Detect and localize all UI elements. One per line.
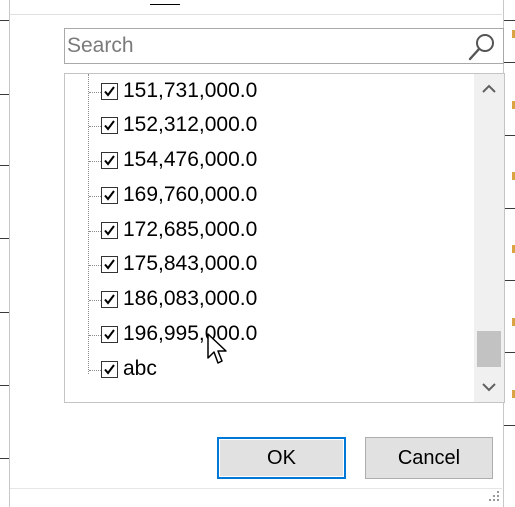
filter-dropdown-panel: 151,731,000.0 152,312,000.0 154,476,000.… [10,0,505,507]
checkbox[interactable] [101,117,118,134]
tree-branch [89,335,101,336]
grid-line [0,94,9,95]
search-icon[interactable] [467,32,497,62]
list-item[interactable]: 152,312,000.0 [89,111,449,141]
checkbox[interactable] [101,291,118,308]
checkmark-icon [104,364,115,375]
tree-branch [89,231,101,232]
search-box[interactable] [64,28,504,64]
checkbox[interactable] [101,361,118,378]
tree-branch [89,196,101,197]
list-item-label: 186,083,000.0 [123,287,258,310]
scroll-thumb[interactable] [477,331,501,367]
checkmark-icon [104,225,115,236]
grid-line [0,165,9,166]
tree-branch [89,92,101,93]
list-item[interactable]: 175,843,000.0 [89,250,449,280]
list-item[interactable]: 151,731,000.0 [89,77,449,107]
checkbox[interactable] [101,187,118,204]
chevron-up-icon[interactable] [474,74,504,104]
list-item-label: 175,843,000.0 [123,252,258,275]
grid-line [504,135,515,136]
sort-option-remnant [150,0,180,5]
checkbox[interactable] [101,256,118,273]
cancel-button[interactable]: Cancel [365,437,493,479]
checkmark-icon [104,329,115,340]
list-item[interactable]: 186,083,000.0 [89,285,449,315]
divider [10,14,502,15]
grid-line [504,352,515,353]
checkbox[interactable] [101,152,118,169]
checkbox[interactable] [101,326,118,343]
checkmark-icon [104,190,115,201]
grid-line [0,385,9,386]
tree-branch [89,265,101,266]
chevron-down-icon[interactable] [474,372,504,402]
tree-branch [89,370,101,371]
grid-line [0,312,9,313]
list-item[interactable]: 196,995,000.0 [89,320,449,350]
ok-button[interactable]: OK [217,437,346,479]
tree-branch [89,300,101,301]
mouse-pointer-icon [207,333,227,364]
list-item[interactable]: 172,685,000.0 [89,216,449,246]
grid-line [0,238,9,239]
tree-branch [89,161,101,162]
grid-line [504,208,515,209]
tree-branch [89,126,101,127]
checkbox[interactable] [101,83,118,100]
sheet-left-edge [0,0,10,507]
list-item-label: 154,476,000.0 [123,148,258,171]
list-item-label: 196,995,000.0 [123,322,258,345]
grid-line [0,20,9,21]
list-item[interactable]: 169,760,000.0 [89,181,449,211]
list-item[interactable]: 154,476,000.0 [89,146,449,176]
list-item-label: 169,760,000.0 [123,183,258,206]
list-item-label: abc [123,357,157,380]
checkmark-icon [104,155,115,166]
list-item-label: 151,731,000.0 [123,79,258,102]
list-item[interactable]: abc [89,355,449,385]
grid-line [504,62,515,63]
resize-grip-icon[interactable] [488,490,500,502]
grid-line [504,280,515,281]
checkbox[interactable] [101,222,118,239]
checkmark-icon [104,86,115,97]
vertical-scrollbar[interactable] [474,74,504,402]
checkmark-icon [104,259,115,270]
grid-line [504,20,515,21]
list-item-label: 152,312,000.0 [123,113,258,136]
search-input[interactable] [67,31,447,61]
list-item-label: 172,685,000.0 [123,218,258,241]
checkmark-icon [104,294,115,305]
filter-value-list[interactable]: 151,731,000.0 152,312,000.0 154,476,000.… [64,73,505,403]
checkmark-icon [104,120,115,131]
divider [10,488,502,489]
grid-line [0,458,9,459]
grid-line [504,425,515,426]
